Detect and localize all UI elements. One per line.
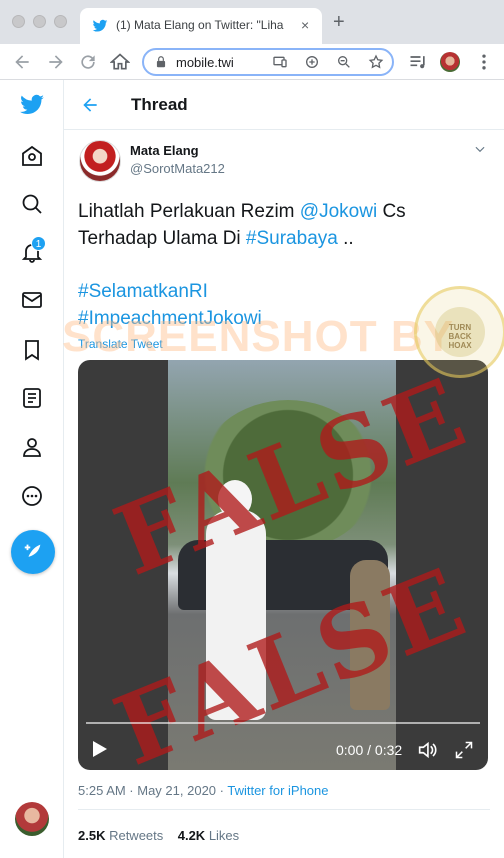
retweets-label: Retweets	[105, 828, 164, 843]
messages-envelope-icon[interactable]	[20, 288, 44, 312]
more-menu-icon[interactable]	[474, 52, 494, 72]
browser-tab[interactable]: (1) Mata Elang on Twitter: "Liha ×	[80, 8, 322, 44]
bookmark-star-icon[interactable]	[368, 54, 384, 70]
lists-icon[interactable]	[20, 386, 44, 410]
url-text[interactable]: mobile.twi	[176, 55, 262, 70]
more-options-icon[interactable]	[20, 484, 44, 508]
account-avatar[interactable]	[15, 802, 49, 836]
seal-text: TURN BACK HOAX	[448, 323, 472, 350]
zoom-in-icon[interactable]	[304, 54, 320, 70]
tweet-stats: 2.5K Retweets 4.2K Likes	[78, 828, 239, 843]
lock-icon	[156, 56, 166, 68]
seal-inner: TURN BACK HOAX	[435, 307, 485, 357]
close-window-button[interactable]	[12, 15, 25, 28]
zoom-out-icon[interactable]	[336, 54, 352, 70]
feather-plus-icon	[24, 544, 41, 557]
volume-icon[interactable]	[416, 739, 438, 761]
video-time: 0:00 / 0:32	[336, 742, 403, 758]
likes-stat[interactable]: 4.2K Likes	[178, 828, 239, 843]
browser-tab-bar: (1) Mata Elang on Twitter: "Liha × +	[0, 0, 504, 44]
author-display-name[interactable]: Mata Elang	[130, 143, 199, 158]
address-bar[interactable]: mobile.twi	[142, 48, 394, 76]
back-icon[interactable]	[12, 52, 32, 72]
compose-tweet-button[interactable]	[11, 530, 55, 574]
screenshot-watermark: SCREENSHOT BY	[62, 312, 454, 361]
new-tab-button[interactable]: +	[333, 12, 345, 32]
back-arrow-icon[interactable]	[80, 95, 100, 115]
retweets-stat[interactable]: 2.5K Retweets	[78, 828, 163, 843]
browser-toolbar: mobile.twi	[0, 44, 504, 80]
twitter-sidebar: 1	[0, 80, 64, 858]
divider	[78, 809, 490, 810]
forward-icon[interactable]	[46, 52, 66, 72]
video-progress-bar[interactable]	[86, 722, 480, 724]
main-column: Thread Mata Elang @SorotMata212 Lihatlah…	[62, 80, 504, 858]
turnbackhoax-seal: TURN BACK HOAX	[414, 286, 504, 378]
tweet-text-suffix: ..	[337, 228, 354, 249]
fullscreen-icon[interactable]	[454, 740, 474, 760]
home-icon[interactable]	[20, 144, 44, 168]
video-player[interactable]: FALSE FALSE 0:00 / 0:32	[78, 360, 488, 770]
cast-icon[interactable]	[272, 54, 288, 70]
tweet-timestamp[interactable]: 5:25 AM · May 21, 2020 ·	[78, 783, 227, 798]
profile-avatar-icon[interactable]	[440, 52, 460, 72]
home-icon[interactable]	[110, 52, 130, 72]
media-queue-icon[interactable]	[408, 52, 428, 72]
author-avatar[interactable]	[79, 140, 121, 182]
profile-icon[interactable]	[20, 435, 44, 459]
likes-count: 4.2K	[177, 828, 206, 843]
minimize-window-button[interactable]	[33, 15, 46, 28]
likes-label: Likes	[205, 828, 240, 843]
play-icon[interactable]	[92, 740, 108, 758]
thread-header: Thread	[64, 80, 504, 130]
bookmarks-icon[interactable]	[20, 338, 44, 362]
tab-title: (1) Mata Elang on Twitter: "Liha	[116, 18, 284, 32]
tweet-text-prefix: Lihatlah Perlakuan Rezim	[78, 201, 300, 222]
retweets-count: 2.5K	[78, 828, 106, 843]
reload-icon[interactable]	[78, 52, 98, 72]
mention-link[interactable]: @Jokowi	[300, 201, 377, 222]
search-icon[interactable]	[20, 192, 44, 216]
maximize-window-button[interactable]	[54, 15, 67, 28]
notification-badge: 1	[31, 236, 46, 251]
tweet-meta: 5:25 AM · May 21, 2020 · Twitter for iPh…	[78, 783, 329, 798]
close-tab-icon[interactable]: ×	[301, 17, 309, 33]
chevron-down-icon[interactable]	[473, 142, 487, 156]
twitter-logo-icon[interactable]	[19, 92, 45, 118]
tweet-text: Lihatlah Perlakuan Rezim @Jokowi Cs Terh…	[78, 198, 488, 252]
page-title: Thread	[131, 95, 188, 114]
tweet-source-link[interactable]: Twitter for iPhone	[227, 783, 328, 798]
hashtag-link[interactable]: #Surabaya	[246, 228, 338, 249]
author-handle[interactable]: @SorotMata212	[130, 161, 225, 176]
twitter-bird-icon	[92, 19, 108, 32]
